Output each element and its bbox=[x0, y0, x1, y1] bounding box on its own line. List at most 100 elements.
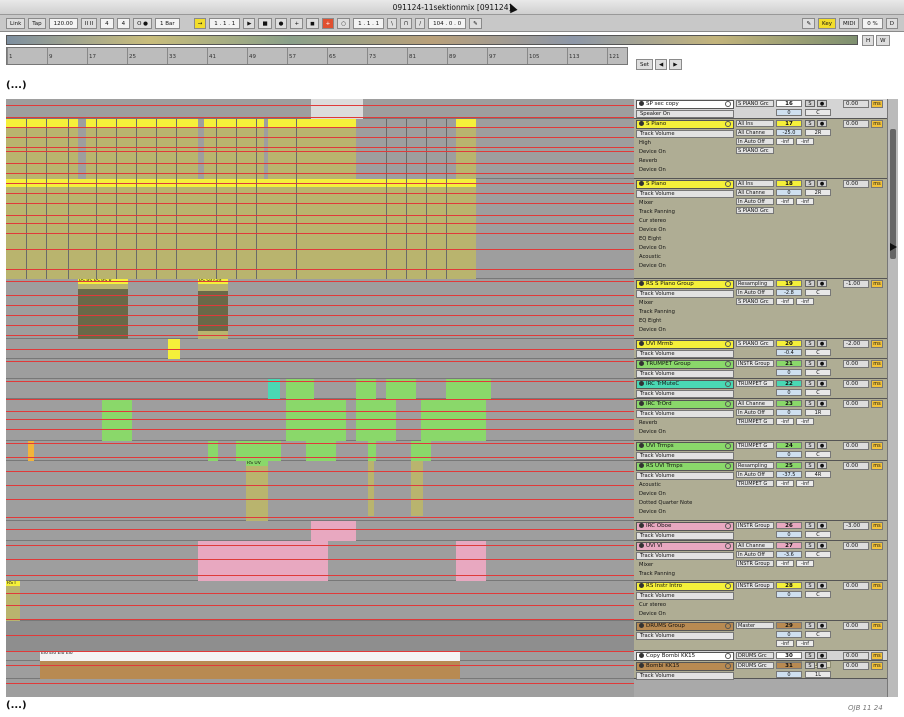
io-routing-select[interactable]: In Auto Off bbox=[736, 471, 774, 478]
ms-toggle[interactable]: ms bbox=[871, 542, 883, 550]
ms-toggle[interactable]: ms bbox=[871, 652, 883, 660]
arrangement-clip[interactable] bbox=[286, 399, 346, 441]
fold-icon[interactable] bbox=[639, 181, 644, 186]
io-routing-select[interactable]: All Channe bbox=[736, 542, 774, 549]
follow-button[interactable]: → bbox=[193, 17, 207, 29]
volume-field[interactable]: 0 bbox=[776, 189, 802, 196]
io-routing-select[interactable]: TRUMPET G bbox=[736, 380, 774, 387]
volume-field[interactable]: 0 bbox=[776, 451, 802, 458]
io-routing-select[interactable]: In Auto Off bbox=[736, 551, 774, 558]
arrangement-clip[interactable] bbox=[386, 379, 416, 399]
arrangement-clip[interactable] bbox=[411, 441, 431, 461]
arm-button[interactable]: ● bbox=[817, 380, 827, 387]
track-activator-number[interactable]: 31 bbox=[776, 662, 802, 669]
track-activator-number[interactable]: 17 bbox=[776, 120, 802, 127]
automation-chooser[interactable]: Track Volume bbox=[636, 672, 734, 680]
track-activator-number[interactable]: 20 bbox=[776, 340, 802, 347]
volume-field[interactable]: 0 bbox=[776, 671, 802, 678]
io-routing-select[interactable]: INSTR Group bbox=[736, 360, 774, 367]
send-value-field[interactable]: 0.00 bbox=[843, 400, 869, 408]
solo-button[interactable]: S bbox=[805, 522, 815, 529]
nudge-button[interactable]: II II bbox=[80, 17, 98, 29]
ms-toggle[interactable]: ms bbox=[871, 662, 883, 670]
pan-field[interactable]: C bbox=[805, 551, 831, 558]
automation-chooser[interactable]: Track Volume bbox=[636, 452, 734, 460]
io-routing-select[interactable]: In Auto Off bbox=[736, 409, 774, 416]
arrangement-clip[interactable] bbox=[40, 661, 460, 679]
pan-field[interactable]: C bbox=[805, 369, 831, 376]
ms-toggle[interactable]: ms bbox=[871, 582, 883, 590]
arm-button[interactable]: ● bbox=[817, 652, 827, 659]
io-routing-select[interactable]: S PIANO Grc bbox=[736, 298, 774, 305]
arm-button[interactable]: ● bbox=[817, 100, 827, 107]
arrangement-clip[interactable] bbox=[208, 441, 218, 461]
device-toggle-icon[interactable] bbox=[725, 523, 731, 529]
track-name[interactable]: Bombi KK15 bbox=[636, 662, 734, 671]
send-value-field[interactable]: -3.00 bbox=[843, 522, 869, 530]
solo-button[interactable]: S bbox=[805, 462, 815, 469]
automation-chooser[interactable]: Track Volume bbox=[636, 350, 734, 358]
send-value-field[interactable]: 0.00 bbox=[843, 380, 869, 388]
track-name[interactable]: SP sec copy bbox=[636, 100, 734, 109]
io-routing-select[interactable]: Master bbox=[736, 622, 774, 629]
send-value-field[interactable]: 0.00 bbox=[843, 360, 869, 368]
ms-toggle[interactable]: ms bbox=[871, 400, 883, 408]
stop-icon[interactable]: ■ bbox=[258, 17, 272, 29]
track-lane[interactable] bbox=[6, 461, 634, 521]
arrangement-clip[interactable] bbox=[78, 119, 86, 179]
fold-icon[interactable] bbox=[639, 401, 644, 406]
loop-switch-icon[interactable]: ⊓ bbox=[399, 17, 413, 29]
arrangement-clip[interactable] bbox=[446, 379, 491, 399]
volume-field[interactable]: -25.0 bbox=[776, 129, 802, 136]
pan-field[interactable]: C bbox=[805, 631, 831, 638]
device-toggle-icon[interactable] bbox=[725, 101, 731, 107]
io-routing-select[interactable]: All Ins bbox=[736, 120, 774, 127]
arm-button[interactable]: ● bbox=[817, 280, 827, 287]
volume-field[interactable]: 0 bbox=[776, 109, 802, 116]
track-name[interactable]: RS Instr Intro bbox=[636, 582, 734, 591]
track-name[interactable]: UVI Trmps bbox=[636, 442, 734, 451]
send-value-field[interactable]: 0.00 bbox=[843, 100, 869, 108]
solo-button[interactable]: S bbox=[805, 340, 815, 347]
device-toggle-icon[interactable] bbox=[725, 361, 731, 367]
io-routing-select[interactable]: TRUMPET G bbox=[736, 418, 774, 425]
track-name[interactable]: IRC TrOrd bbox=[636, 400, 734, 409]
track-activator-number[interactable]: 23 bbox=[776, 400, 802, 407]
arrangement-clip[interactable] bbox=[236, 441, 281, 461]
automation-chooser[interactable]: Track Volume bbox=[636, 390, 734, 398]
send-value-field[interactable]: 0.00 bbox=[843, 662, 869, 670]
volume-field[interactable]: -37.5 bbox=[776, 471, 802, 478]
arm-button[interactable]: ● bbox=[817, 662, 827, 669]
arrangement-clip[interactable] bbox=[28, 441, 34, 461]
pan-field[interactable]: 2R bbox=[805, 129, 831, 136]
time-sig-numerator[interactable]: 4 bbox=[100, 17, 114, 29]
send-value-field[interactable]: 0.00 bbox=[843, 442, 869, 450]
pencil-icon[interactable]: ✎ bbox=[802, 18, 816, 29]
track-name[interactable]: S Piano bbox=[636, 180, 734, 189]
time-sig-denominator[interactable]: 4 bbox=[116, 17, 131, 29]
fold-icon[interactable] bbox=[639, 623, 644, 628]
automation-chooser[interactable]: Track Volume bbox=[636, 552, 734, 560]
io-routing-select[interactable]: All Channe bbox=[736, 129, 774, 136]
track-name[interactable]: DRUMS Group bbox=[636, 622, 734, 631]
arrangement-clip[interactable]: RS I bbox=[6, 581, 20, 621]
arm-button[interactable]: ● bbox=[817, 462, 827, 469]
pan-field[interactable]: C bbox=[805, 289, 831, 296]
play-icon[interactable]: ▶ bbox=[243, 17, 256, 29]
ms-toggle[interactable]: ms bbox=[871, 120, 883, 128]
io-routing-select[interactable]: In Auto Off bbox=[736, 198, 774, 205]
track-name[interactable]: S Piano bbox=[636, 120, 734, 129]
track-activator-number[interactable]: 18 bbox=[776, 180, 802, 187]
solo-button[interactable]: S bbox=[805, 652, 815, 659]
pan-field[interactable]: 2R bbox=[805, 189, 831, 196]
automation-chooser[interactable]: Track Volume bbox=[636, 410, 734, 418]
track-activator-number[interactable]: 28 bbox=[776, 582, 802, 589]
track-activator-number[interactable]: 29 bbox=[776, 622, 802, 629]
solo-button[interactable]: S bbox=[805, 622, 815, 629]
io-routing-select[interactable]: INSTR Group bbox=[736, 560, 774, 567]
io-routing-select[interactable]: TRUMPET G bbox=[736, 480, 774, 487]
arrangement-clip[interactable]: RS UV bbox=[246, 461, 268, 521]
next-locator-icon[interactable]: ▶ bbox=[669, 59, 682, 70]
solo-button[interactable]: S bbox=[805, 360, 815, 367]
link-button[interactable]: Link bbox=[6, 17, 26, 29]
